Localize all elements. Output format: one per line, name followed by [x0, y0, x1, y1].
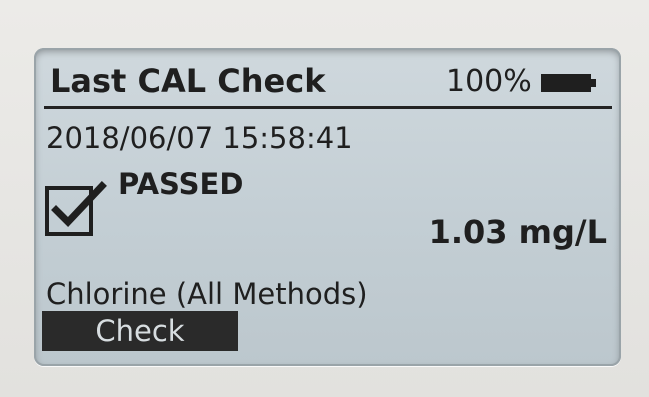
battery-percentage: 100%	[446, 64, 532, 99]
battery-icon	[541, 74, 596, 92]
lcd-screen: Last CAL Check 100% 2018/06/07 15:58:41 …	[34, 48, 621, 366]
calibration-reading: 1.03 mg/L	[428, 213, 607, 251]
calibration-status: PASSED	[118, 167, 244, 201]
calibration-datetime: 2018/06/07 15:58:41	[46, 121, 353, 155]
screen-title: Last CAL Check	[50, 62, 326, 100]
measurement-method: Chlorine (All Methods)	[46, 277, 368, 311]
header-divider	[44, 106, 612, 109]
check-softkey[interactable]: Check	[42, 311, 238, 351]
checkbox-checked-icon	[45, 181, 107, 236]
